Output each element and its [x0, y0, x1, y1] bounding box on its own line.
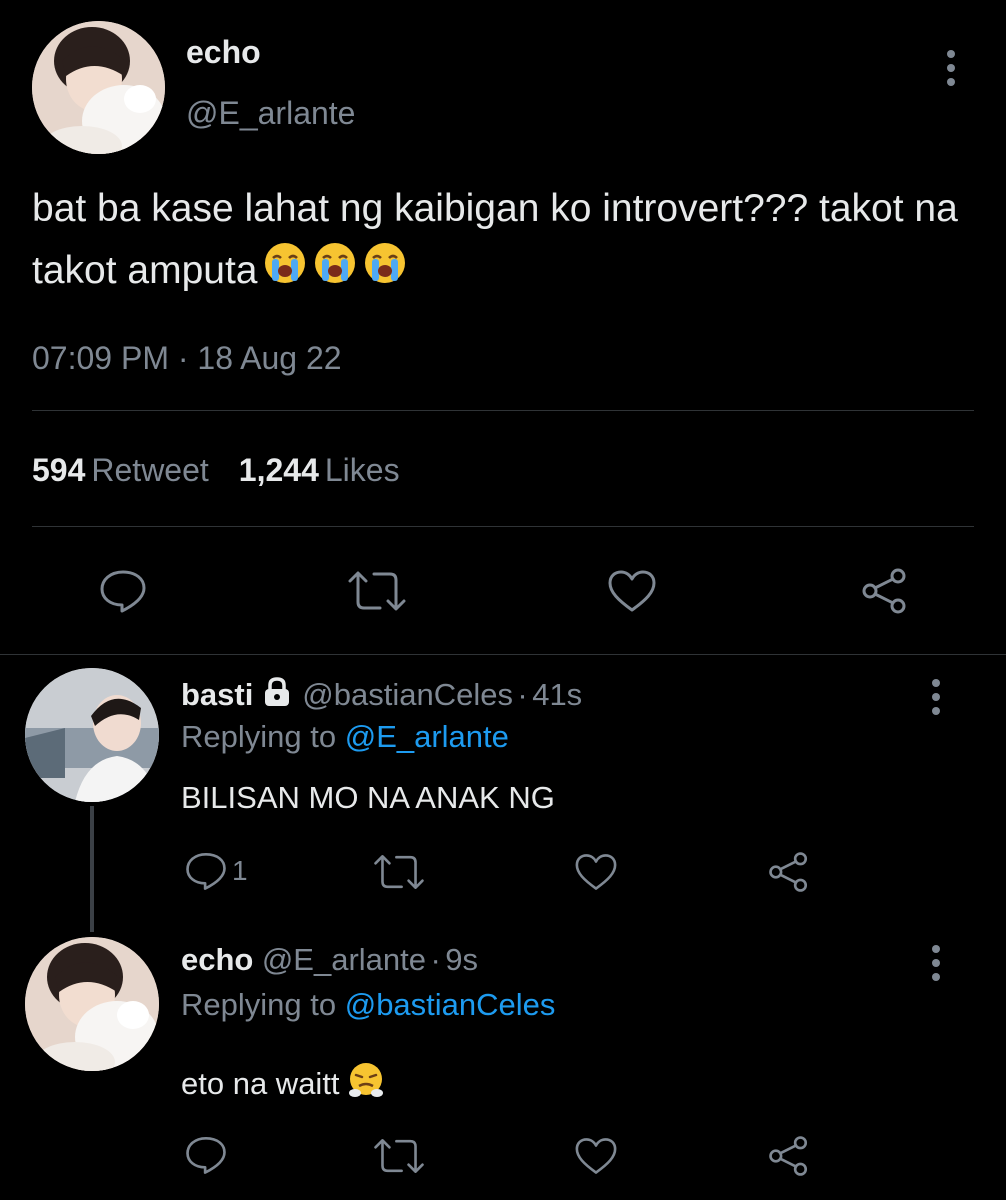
author-name[interactable]: echo [186, 34, 261, 71]
reply-avatar[interactable] [25, 937, 159, 1071]
reply-count: 1 [232, 855, 248, 886]
reply-dot: · [430, 942, 441, 977]
reply-time: 41s [532, 677, 583, 712]
reply-author-name[interactable]: echo [181, 942, 253, 977]
share-icon[interactable] [860, 566, 910, 616]
tweet-time: 07:09 PM [32, 340, 169, 376]
thread-line [90, 806, 94, 932]
share-icon[interactable] [767, 1134, 811, 1178]
reply-icon[interactable]: 1 [184, 850, 248, 892]
more-options-icon[interactable] [946, 50, 956, 86]
divider [32, 410, 974, 411]
reply-avatar[interactable] [25, 668, 159, 802]
retweet-icon[interactable] [346, 568, 408, 614]
tweet-text-body: bat ba kase lahat ng kaibigan ko introve… [32, 187, 958, 292]
tweet-date: 18 Aug 22 [197, 340, 342, 376]
reply-time: 9s [445, 942, 478, 977]
loudly-crying-face-icon [363, 241, 407, 304]
replying-to-link[interactable]: @bastianCeles [345, 987, 556, 1022]
tweet-timestamp[interactable]: 07:09 PM · 18 Aug 22 [32, 340, 342, 377]
reply-text: BILISAN MO NA ANAK NG [181, 780, 555, 815]
replying-to: Replying to @E_arlante [181, 719, 509, 755]
timestamp-separator: · [177, 340, 189, 376]
reply-header: basti @bastianCeles · 41s [181, 676, 582, 713]
reply-header: echo @E_arlante · 9s [181, 942, 478, 978]
lock-icon [262, 676, 292, 713]
loudly-crying-face-icon [313, 241, 357, 304]
like-stat[interactable]: 1,244 Likes [239, 452, 430, 488]
retweet-icon[interactable] [372, 852, 426, 892]
divider [0, 654, 1006, 655]
like-icon[interactable] [573, 1136, 619, 1176]
face-with-steam-from-nose-icon [346, 1060, 386, 1108]
loudly-crying-face-icon [263, 241, 307, 304]
share-icon[interactable] [767, 850, 811, 894]
retweet-label: Retweet [91, 452, 209, 488]
retweet-count: 594 [32, 452, 86, 488]
reply-text-body: eto na waitt [181, 1066, 340, 1101]
author-avatar[interactable] [32, 21, 165, 154]
reply-more-options-icon[interactable] [931, 945, 941, 981]
tweet-text: bat ba kase lahat ng kaibigan ko introve… [32, 178, 982, 304]
tweet-stats: 594 Retweet 1,244 Likes [32, 452, 430, 489]
retweet-icon[interactable] [372, 1136, 426, 1176]
like-icon[interactable] [573, 852, 619, 892]
divider [32, 526, 974, 527]
reply-author-handle[interactable]: @bastianCeles [302, 677, 513, 712]
reply-more-options-icon[interactable] [931, 679, 941, 715]
reply-author-handle[interactable]: @E_arlante [262, 942, 426, 977]
reply-text: eto na waitt [181, 1060, 386, 1108]
reply-icon[interactable] [98, 568, 148, 614]
reply-author-name[interactable]: basti [181, 677, 253, 712]
like-count: 1,244 [238, 452, 319, 488]
replying-to: Replying to @bastianCeles [181, 987, 555, 1023]
like-icon[interactable] [606, 568, 658, 614]
replying-prefix: Replying to [181, 987, 337, 1022]
reply-icon[interactable] [184, 1134, 228, 1176]
author-handle[interactable]: @E_arlante [186, 95, 355, 132]
replying-prefix: Replying to [181, 719, 337, 754]
reply-dot: · [517, 677, 528, 712]
retweet-stat[interactable]: 594 Retweet [32, 452, 239, 488]
replying-to-link[interactable]: @E_arlante [345, 719, 509, 754]
like-label: Likes [324, 452, 400, 488]
